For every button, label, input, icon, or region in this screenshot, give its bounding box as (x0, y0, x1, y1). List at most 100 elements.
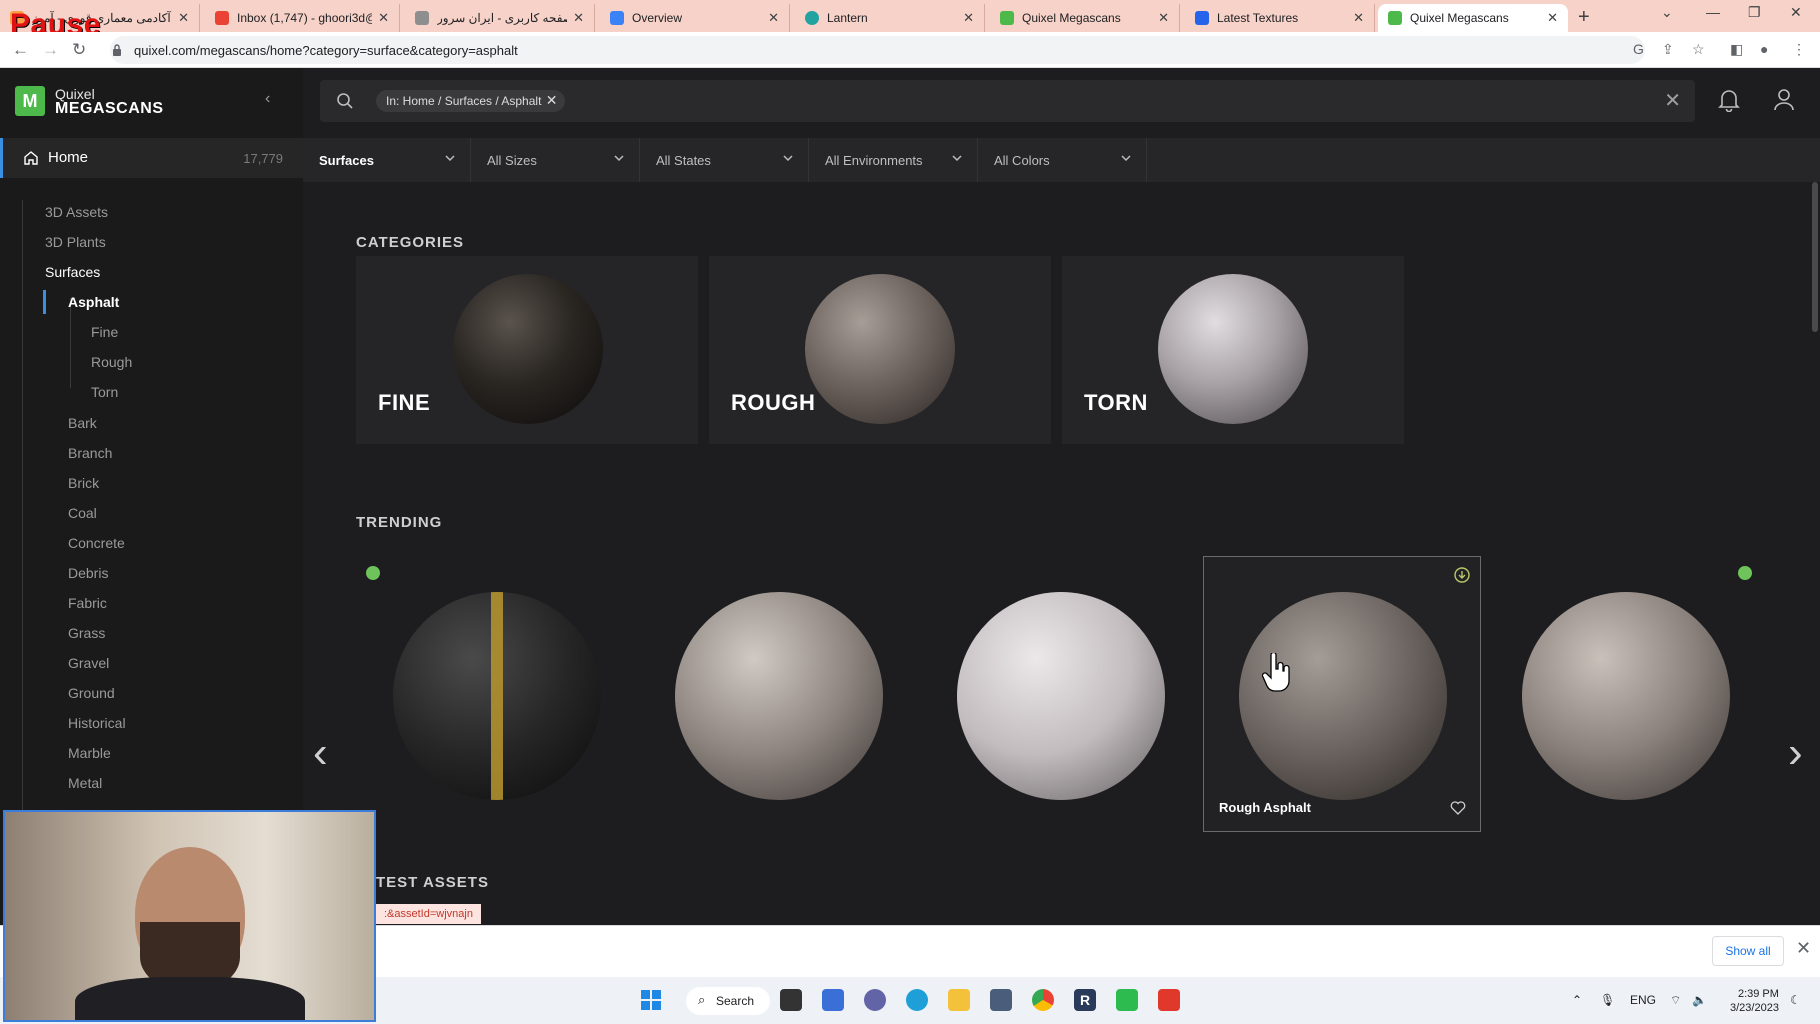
notification-bell-icon[interactable] (1718, 88, 1740, 112)
tab-6[interactable]: Quixel Megascans ✕ (990, 4, 1180, 32)
sidebar-item-torn[interactable]: Torn (91, 384, 118, 400)
sidebar-item-fabric[interactable]: Fabric (68, 595, 107, 611)
recorder-icon[interactable] (1158, 989, 1180, 1011)
back-icon[interactable]: ← (12, 40, 29, 60)
share-icon[interactable]: ⇪ (1662, 41, 1674, 58)
trending-card[interactable] (1485, 556, 1763, 832)
chrome-icon[interactable] (1032, 989, 1054, 1011)
clear-search-icon[interactable]: ✕ (1664, 88, 1681, 113)
bookmark-star-icon[interactable]: ☆ (1692, 41, 1705, 58)
sidebar-item-surfaces[interactable]: Surfaces (45, 264, 100, 280)
tab-8-active[interactable]: Quixel Megascans ✕ (1378, 4, 1568, 32)
wifi-icon[interactable]: ⌔ (1670, 993, 1681, 1008)
tab-close-icon[interactable]: ✕ (963, 10, 974, 26)
minimize-icon[interactable]: — (1706, 4, 1720, 20)
restore-icon[interactable]: ❐ (1748, 4, 1761, 21)
filter-dropdown-sizes[interactable]: All Sizes (471, 138, 640, 182)
side-panel-icon[interactable]: ◧ (1730, 41, 1743, 58)
filter-dropdown-states[interactable]: All States (640, 138, 809, 182)
tab-close-icon[interactable]: ✕ (1547, 10, 1558, 26)
favorite-heart-icon[interactable] (1450, 800, 1466, 815)
sidebar-item-brick[interactable]: Brick (68, 475, 99, 491)
filter-dropdown-colors[interactable]: All Colors (978, 138, 1147, 182)
sidebar-item-asphalt[interactable]: Asphalt (68, 294, 119, 310)
sidebar-item-fine[interactable]: Fine (91, 324, 118, 340)
omnibox[interactable]: quixel.com/megascans/home?category=surfa… (110, 36, 1645, 64)
sidebar-item-gravel[interactable]: Gravel (68, 655, 109, 671)
filter-dropdown-environments[interactable]: All Environments (809, 138, 978, 182)
sidebar-item-rough[interactable]: Rough (91, 354, 132, 370)
profile-icon[interactable]: ● (1760, 41, 1768, 57)
filter-chip-label: In: Home / Surfaces / Asphalt (386, 94, 542, 108)
trending-card-rough-asphalt[interactable]: Rough Asphalt (1203, 556, 1481, 832)
tab-close-icon[interactable]: ✕ (178, 10, 189, 26)
tab-3[interactable]: صفحه کاربری - ایران سرور ✕ (405, 4, 595, 32)
tab-close-icon[interactable]: ✕ (768, 10, 779, 26)
camtasia-icon[interactable] (1116, 989, 1138, 1011)
download-icon[interactable] (1454, 567, 1470, 583)
sidebar-item-historical[interactable]: Historical (68, 715, 126, 731)
sidebar-item-grass[interactable]: Grass (68, 625, 105, 641)
sidebar-item-coal[interactable]: Coal (68, 505, 97, 521)
collapse-sidebar-icon[interactable]: ‹ (265, 90, 270, 108)
tab-search-icon[interactable]: ⌄ (1661, 4, 1673, 21)
category-card-fine[interactable]: FINE (356, 256, 698, 444)
window-close-icon[interactable]: ✕ (1790, 4, 1802, 21)
widgets-icon[interactable] (822, 989, 844, 1011)
tab-2[interactable]: Inbox (1,747) - ghoori3d@ ✕ (205, 4, 400, 32)
carousel-next-icon[interactable]: › (1788, 728, 1803, 778)
tab-close-icon[interactable]: ✕ (1158, 10, 1169, 26)
forward-icon[interactable]: → (42, 40, 59, 60)
trending-card[interactable] (356, 556, 634, 832)
filter-dropdown-category[interactable]: Surfaces (303, 138, 471, 182)
chip-remove-icon[interactable]: ✕ (546, 92, 558, 109)
category-card-torn[interactable]: TORN (1062, 256, 1404, 444)
trending-card[interactable] (638, 556, 916, 832)
edge-icon[interactable] (906, 989, 928, 1011)
search-bar[interactable]: In: Home / Surfaces / Asphalt ✕ ✕ (320, 80, 1695, 122)
tab-close-icon[interactable]: ✕ (1353, 10, 1364, 26)
tab-close-icon[interactable]: ✕ (378, 10, 389, 26)
language-indicator[interactable]: ENG (1630, 993, 1656, 1007)
revit-icon[interactable]: R (1074, 989, 1096, 1011)
sidebar-item-branch[interactable]: Branch (68, 445, 112, 461)
sidebar-item-marble[interactable]: Marble (68, 745, 111, 761)
logo-text-megascans: MEGASCANS (55, 100, 164, 117)
show-all-button[interactable]: Show all (1712, 936, 1784, 966)
carousel-prev-icon[interactable]: ‹ (313, 728, 328, 778)
google-icon[interactable]: G (1633, 41, 1644, 57)
taskbar-search[interactable]: ⌕ Search (686, 987, 770, 1015)
system-clock[interactable]: 2:39 PM 3/23/2023 (1730, 987, 1779, 1015)
sidebar-item-ground[interactable]: Ground (68, 685, 115, 701)
sidebar-item-bark[interactable]: Bark (68, 415, 97, 431)
filter-chip[interactable]: In: Home / Surfaces / Asphalt ✕ (376, 90, 566, 112)
calculator-icon[interactable] (990, 989, 1012, 1011)
task-view-icon[interactable] (780, 989, 802, 1011)
file-explorer-icon[interactable] (948, 989, 970, 1011)
tab-4[interactable]: Overview ✕ (600, 4, 790, 32)
volume-icon[interactable]: 🔈 (1692, 993, 1707, 1007)
page-scrollbar[interactable] (1812, 182, 1818, 332)
tray-chevron-icon[interactable]: ⌃ (1572, 993, 1582, 1007)
user-account-icon[interactable] (1773, 88, 1795, 112)
sidebar-item-concrete[interactable]: Concrete (68, 535, 125, 551)
sidebar-item-home[interactable]: Home 17,779 (0, 138, 303, 178)
chrome-menu-icon[interactable]: ⋮ (1792, 41, 1806, 58)
trending-card[interactable] (920, 556, 1198, 832)
sidebar-item-3d-assets[interactable]: 3D Assets (45, 204, 108, 220)
tab-close-icon[interactable]: ✕ (573, 10, 584, 26)
tab-5[interactable]: Lantern ✕ (795, 4, 985, 32)
category-card-rough[interactable]: ROUGH (709, 256, 1051, 444)
reload-icon[interactable]: ↻ (72, 40, 86, 60)
sidebar-item-metal[interactable]: Metal (68, 775, 102, 791)
megascans-logo-icon[interactable]: M (15, 86, 45, 116)
close-downloads-icon[interactable]: ✕ (1796, 938, 1811, 959)
sidebar-item-3d-plants[interactable]: 3D Plants (45, 234, 106, 250)
microphone-icon[interactable]: 🎙 (1600, 993, 1615, 1007)
windows-start-icon[interactable] (640, 989, 662, 1011)
tab-7[interactable]: Latest Textures ✕ (1185, 4, 1375, 32)
chat-icon[interactable] (864, 989, 886, 1011)
sidebar-item-debris[interactable]: Debris (68, 565, 108, 581)
new-tab-icon[interactable]: + (1578, 6, 1590, 29)
notifications-icon[interactable]: ☾ (1790, 993, 1801, 1007)
